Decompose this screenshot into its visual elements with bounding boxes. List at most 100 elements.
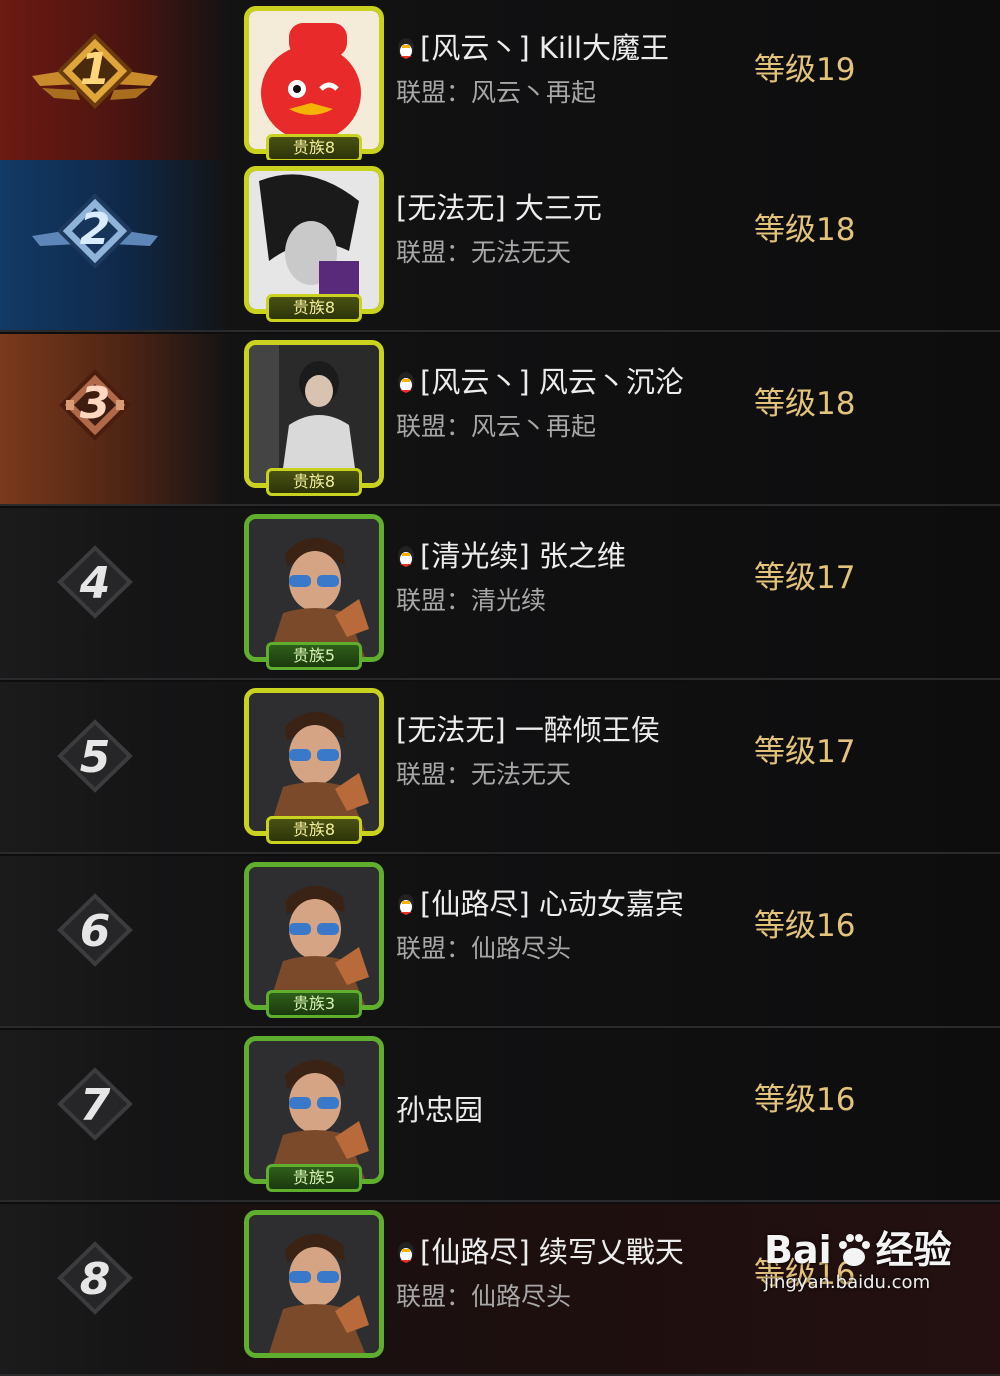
photo-avatar-image	[249, 171, 379, 309]
avatar-frame	[244, 6, 384, 154]
ranking-row[interactable]: 4 贵族5 [清光续] 张之维 联盟：清光续 等级17	[0, 508, 1000, 680]
avatar-frame	[244, 340, 384, 488]
player-name-text: [无法无] 一醉倾王侯	[396, 713, 660, 747]
player-avatar[interactable]: 贵族5	[244, 1036, 384, 1194]
rank-number: 1	[79, 44, 111, 95]
rank-badge-bronze: 3	[30, 360, 160, 480]
player-name: 孙忠园	[396, 1090, 736, 1130]
player-avatar[interactable]: 贵族3	[244, 862, 384, 1020]
qq-penguin-icon	[396, 544, 416, 568]
vip-badge: 贵族8	[266, 134, 362, 162]
player-avatar[interactable]: 贵族5	[244, 514, 384, 672]
player-name: [无法无] 一醉倾王侯	[396, 710, 736, 750]
player-info: [风云丶] 风云丶沉沦 联盟：风云丶再起	[396, 362, 736, 444]
qq-penguin-icon	[396, 370, 416, 394]
rank-number: 8	[79, 1254, 111, 1305]
player-name: [清光续] 张之维	[396, 536, 736, 576]
qq-penguin-icon	[396, 892, 416, 916]
player-level: 等级19	[754, 52, 856, 88]
player-level: 等级17	[754, 734, 856, 770]
watermark-url: jingyan.baidu.com	[764, 1272, 931, 1293]
player-name-text: [无法无] 大三元	[396, 191, 602, 225]
rank-number: 6	[79, 906, 111, 957]
default-hero-avatar-image	[249, 519, 379, 657]
player-alliance: 联盟：无法无天	[396, 238, 572, 267]
player-name-text: [仙路尽] 心动女嘉宾	[420, 887, 684, 921]
qq-penguin-icon	[396, 36, 416, 60]
player-info: [风云丶] Kill大魔王 联盟：风云丶再起	[396, 28, 736, 110]
player-name-text: [风云丶] 风云丶沉沦	[420, 365, 684, 399]
rank-badge-gold: 1	[30, 26, 160, 146]
rank-number: 3	[79, 378, 111, 429]
player-avatar[interactable]: 贵族8	[244, 340, 384, 498]
player-alliance: 联盟：风云丶再起	[396, 78, 597, 107]
player-avatar[interactable]: 贵族8	[244, 688, 384, 846]
vip-badge: 贵族5	[266, 642, 362, 670]
player-name: [无法无] 大三元	[396, 188, 736, 228]
player-alliance: 联盟：清光续	[396, 586, 547, 615]
vip-badge: 贵族8	[266, 294, 362, 322]
avatar-frame	[244, 1210, 384, 1358]
player-avatar[interactable]: 贵族8	[244, 166, 384, 324]
player-level: 等级16	[754, 1082, 856, 1118]
photo-avatar-image	[249, 345, 379, 483]
rank-badge-silver: 2	[30, 186, 160, 306]
rank-badge-plain: 5	[30, 708, 160, 828]
avatar-frame	[244, 514, 384, 662]
rank-number: 2	[79, 204, 111, 255]
ranking-row[interactable]: 1 贵族8 [风云丶] Kill大魔王 联盟：风云丶再起 等级19	[0, 0, 1000, 172]
player-name: [仙路尽] 心动女嘉宾	[396, 884, 736, 924]
player-name: [仙路尽] 续写乂戰天	[396, 1232, 736, 1272]
player-alliance: 联盟：风云丶再起	[396, 412, 597, 441]
rank-number: 7	[79, 1080, 111, 1131]
player-info: [仙路尽] 续写乂戰天 联盟：仙路尽头	[396, 1232, 736, 1314]
avatar-frame	[244, 166, 384, 314]
player-info: [无法无] 一醉倾王侯 联盟：无法无天	[396, 710, 736, 792]
default-hero-avatar-image	[249, 867, 379, 1005]
baidu-logo: Bai 经验	[764, 1228, 964, 1272]
ranking-row[interactable]: 2 贵族8 [无法无] 大三元 联盟：无法无天 等级18	[0, 160, 1000, 332]
avatar-frame	[244, 688, 384, 836]
default-hero-avatar-image	[249, 1215, 379, 1353]
rank-number: 5	[79, 732, 111, 783]
ranking-row[interactable]: 5 贵族8 [无法无] 一醉倾王侯 联盟：无法无天 等级17	[0, 682, 1000, 854]
player-name-text: [风云丶] Kill大魔王	[420, 31, 670, 65]
player-info: [清光续] 张之维 联盟：清光续	[396, 536, 736, 618]
player-name: [风云丶] Kill大魔王	[396, 28, 736, 68]
player-name-text: [仙路尽] 续写乂戰天	[420, 1235, 684, 1269]
vip-badge: 贵族3	[266, 990, 362, 1018]
baidu-paw-icon	[838, 1234, 870, 1266]
player-info: 孙忠园	[396, 1090, 736, 1130]
player-info: [无法无] 大三元 联盟：无法无天	[396, 188, 736, 270]
avatar-frame	[244, 1036, 384, 1184]
baidu-logo-text-left: Bai	[764, 1228, 832, 1272]
player-level: 等级17	[754, 560, 856, 596]
ranking-list: 1 贵族8 [风云丶] Kill大魔王 联盟：风云丶再起 等级19 2 贵族8 …	[0, 0, 1000, 1376]
player-name-text: [清光续] 张之维	[420, 539, 626, 573]
vip-badge: 贵族5	[266, 1164, 362, 1192]
player-info: [仙路尽] 心动女嘉宾 联盟：仙路尽头	[396, 884, 736, 966]
ranking-row[interactable]: 7 贵族5 孙忠园 等级16	[0, 1030, 1000, 1202]
qq-penguin-icon	[396, 1240, 416, 1264]
ranking-row[interactable]: 3 贵族8 [风云丶] 风云丶沉沦 联盟：风云丶再起 等级18	[0, 334, 1000, 506]
rank-number: 4	[79, 558, 111, 609]
player-avatar[interactable]: 贵族8	[244, 6, 384, 164]
player-level: 等级16	[754, 908, 856, 944]
vip-badge: 贵族8	[266, 468, 362, 496]
player-level: 等级18	[754, 386, 856, 422]
player-level: 等级18	[754, 212, 856, 248]
ranking-row[interactable]: 6 贵族3 [仙路尽] 心动女嘉宾 联盟：仙路尽头 等级16	[0, 856, 1000, 1028]
rank-badge-plain: 4	[30, 534, 160, 654]
rank-badge-plain: 6	[30, 882, 160, 1002]
player-name-text: 孙忠园	[396, 1093, 484, 1127]
rank-badge-plain: 8	[30, 1230, 160, 1350]
vip-badge: 贵族8	[266, 816, 362, 844]
default-hero-avatar-image	[249, 1041, 379, 1179]
player-avatar[interactable]	[244, 1210, 384, 1368]
baidu-logo-text-right: 经验	[875, 1228, 952, 1272]
baidu-jingyan-watermark: Bai 经验 jingyan.baidu.com	[764, 1228, 964, 1328]
avatar-frame	[244, 862, 384, 1010]
player-alliance: 联盟：仙路尽头	[396, 934, 572, 963]
player-name: [风云丶] 风云丶沉沦	[396, 362, 736, 402]
qq-penguin-avatar-image	[249, 11, 379, 149]
